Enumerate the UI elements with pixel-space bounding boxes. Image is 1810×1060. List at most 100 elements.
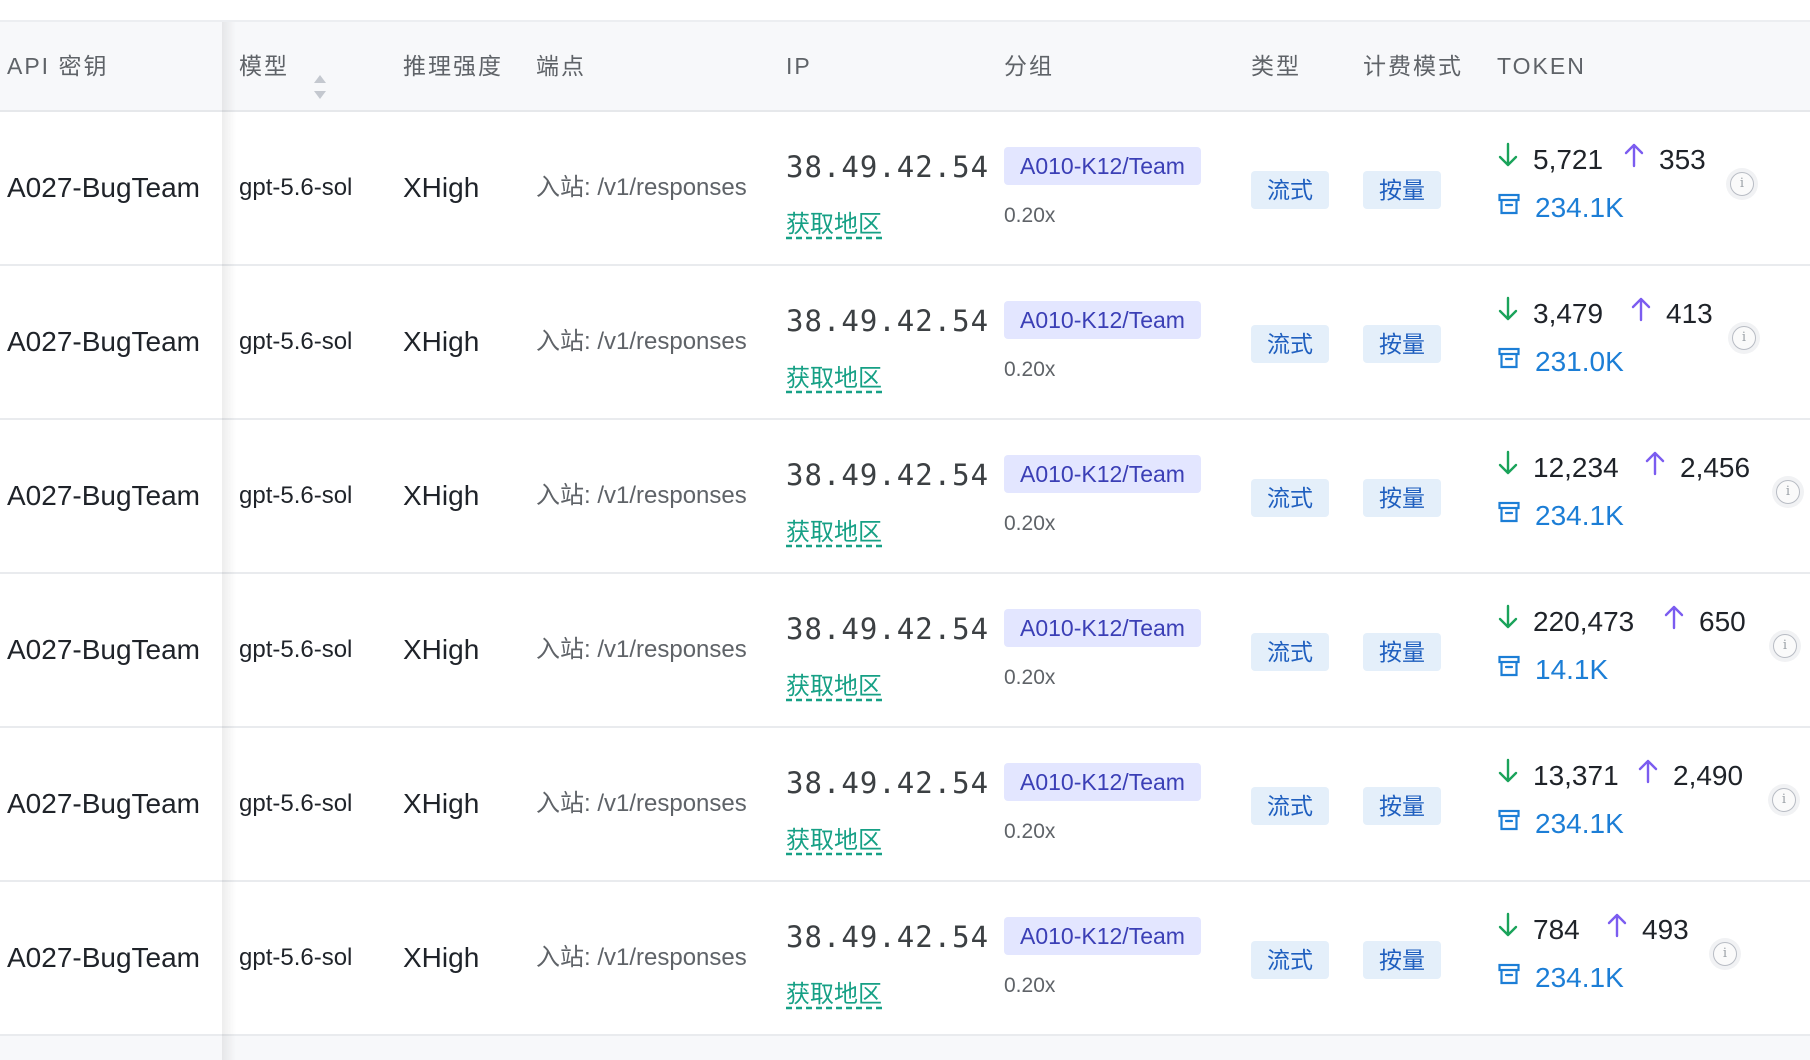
output-tokens: 650 [1663,602,1746,642]
archive-box-icon [1497,341,1521,381]
billing-tag: 按量 [1363,325,1441,363]
column-header-api-key: API 密钥 [7,53,109,79]
group-tag: A010-K12/Team [1004,147,1201,185]
group-ratio: 0.20x [1004,358,1056,381]
input-token-count: 13,371 [1533,760,1619,791]
column-header-model[interactable]: 模型 [239,22,327,110]
ip-address: 38.49.42.54 [786,766,990,800]
column-header-ip: IP [786,53,812,79]
arrow-down-icon [1497,447,1519,487]
arrow-down-icon [1497,601,1519,641]
api-key-name: A027-BugTeam [7,942,201,973]
cache-tokens: 231.0K [1497,342,1624,382]
input-tokens: 12,234 [1497,448,1619,488]
endpoint-path: 入站: /v1/responses [536,328,747,355]
api-key-name: A027-BugTeam [7,788,201,819]
column-header-group: 分组 [1004,53,1054,79]
column-header-billing: 计费模式 [1363,53,1463,79]
info-icon[interactable]: i [1730,172,1754,196]
input-token-count: 3,479 [1533,298,1604,329]
get-region-link[interactable]: 获取地区 [786,358,882,393]
model-name: gpt-5.6-sol [239,482,353,509]
group-ratio: 0.20x [1004,820,1056,843]
input-tokens: 220,473 [1497,602,1634,642]
group-tag: A010-K12/Team [1004,455,1201,493]
archive-box-icon [1497,187,1521,227]
input-token-count: 5,721 [1533,144,1604,175]
archive-box-icon [1497,957,1521,997]
arrow-up-icon [1630,293,1652,333]
info-icon[interactable]: i [1773,634,1797,658]
api-key-name: A027-BugTeam [7,326,201,357]
model-name: gpt-5.6-sol [239,174,353,201]
ip-address: 38.49.42.54 [786,920,990,954]
endpoint-path: 入站: /v1/responses [536,174,747,201]
ip-address: 38.49.42.54 [786,458,990,492]
column-header-effort: 推理强度 [403,53,503,79]
output-token-count: 2,456 [1680,452,1751,483]
sort-icon[interactable] [313,50,327,99]
billing-tag: 按量 [1363,787,1441,825]
type-tag: 流式 [1251,479,1329,517]
output-tokens: 413 [1630,294,1713,334]
info-icon[interactable]: i [1732,326,1756,350]
table-row[interactable]: A027-BugTeam gpt-5.6-sol XHigh 入站: /v1/resp… [0,574,1810,728]
type-tag: 流式 [1251,325,1329,363]
group-tag: A010-K12/Team [1004,917,1201,955]
endpoint-path: 入站: /v1/responses [536,636,747,663]
ip-address: 38.49.42.54 [786,304,990,338]
reasoning-effort: XHigh [403,326,480,357]
archive-box-icon [1497,649,1521,689]
reasoning-effort: XHigh [403,942,480,973]
input-token-count: 784 [1533,914,1580,945]
model-name: gpt-5.6-sol [239,636,353,663]
info-icon[interactable]: i [1713,942,1737,966]
column-header-type: 类型 [1251,53,1301,79]
api-key-name: A027-BugTeam [7,480,201,511]
archive-box-icon [1497,495,1521,535]
usage-log-table: API 密钥 模型 推理强度 端点 IP 分组 类型 计费模式 TOKEN A0… [0,0,1810,1060]
output-token-count: 493 [1642,914,1689,945]
get-region-link[interactable]: 获取地区 [786,204,882,239]
output-tokens: 353 [1623,140,1706,180]
cache-tokens: 234.1K [1497,804,1624,844]
reasoning-effort: XHigh [403,634,480,665]
ip-address: 38.49.42.54 [786,612,990,646]
cache-token-count: 14.1K [1535,654,1609,685]
group-tag: A010-K12/Team [1004,609,1201,647]
reasoning-effort: XHigh [403,172,480,203]
group-tag: A010-K12/Team [1004,763,1201,801]
input-tokens: 13,371 [1497,756,1619,796]
cache-tokens: 234.1K [1497,188,1624,228]
arrow-up-icon [1663,601,1685,641]
arrow-up-icon [1606,909,1628,949]
arrow-down-icon [1497,755,1519,795]
billing-tag: 按量 [1363,479,1441,517]
billing-tag: 按量 [1363,171,1441,209]
cache-token-count: 234.1K [1535,192,1624,223]
group-tag: A010-K12/Team [1004,301,1201,339]
column-header-model-label: 模型 [239,53,289,79]
table-footer [0,1036,1810,1060]
get-region-link[interactable]: 获取地区 [786,666,882,701]
info-icon[interactable]: i [1772,788,1796,812]
get-region-link[interactable]: 获取地区 [786,974,882,1009]
output-token-count: 650 [1699,606,1746,637]
get-region-link[interactable]: 获取地区 [786,512,882,547]
output-token-count: 2,490 [1673,760,1744,791]
arrow-down-icon [1497,909,1519,949]
type-tag: 流式 [1251,171,1329,209]
table-row[interactable]: A027-BugTeam gpt-5.6-sol XHigh 入站: /v1/resp… [0,112,1810,266]
info-icon[interactable]: i [1776,480,1800,504]
get-region-link[interactable]: 获取地区 [786,820,882,855]
type-tag: 流式 [1251,633,1329,671]
output-tokens: 493 [1606,910,1689,950]
cache-tokens: 234.1K [1497,958,1624,998]
endpoint-path: 入站: /v1/responses [536,790,747,817]
table-row[interactable]: A027-BugTeam gpt-5.6-sol XHigh 入站: /v1/resp… [0,420,1810,574]
table-row[interactable]: A027-BugTeam gpt-5.6-sol XHigh 入站: /v1/resp… [0,728,1810,882]
table-row[interactable]: A027-BugTeam gpt-5.6-sol XHigh 入站: /v1/resp… [0,882,1810,1036]
input-tokens: 5,721 [1497,140,1603,180]
table-row[interactable]: A027-BugTeam gpt-5.6-sol XHigh 入站: /v1/resp… [0,266,1810,420]
ip-address: 38.49.42.54 [786,150,990,184]
